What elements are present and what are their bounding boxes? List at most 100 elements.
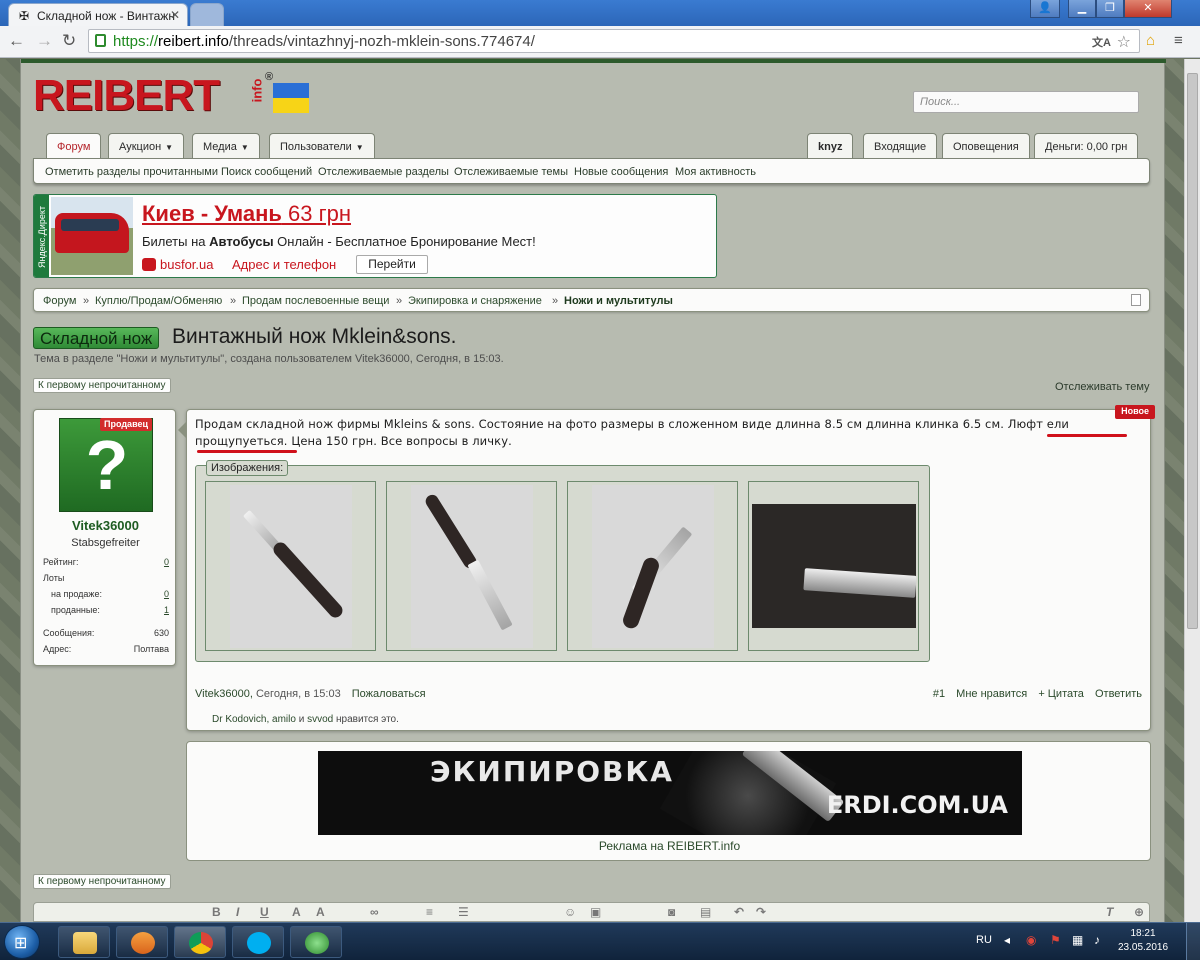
taskbar-chrome[interactable] xyxy=(174,926,226,958)
font-color-icon[interactable]: A xyxy=(292,905,301,919)
subnav-my-activity[interactable]: Моя активность xyxy=(675,166,756,178)
close-window-button[interactable]: ✕ xyxy=(1124,0,1172,18)
reply-button[interactable]: Ответить xyxy=(1095,688,1142,700)
image-icon[interactable]: ▣ xyxy=(590,905,601,919)
ad-contact-link[interactable]: Адрес и телефон xyxy=(232,257,336,272)
flag-icon[interactable]: ⚑ xyxy=(1050,933,1061,947)
menu-icon[interactable]: ≡ xyxy=(1174,32,1183,49)
italic-icon[interactable]: I xyxy=(236,905,239,919)
stat-value[interactable]: 1 xyxy=(164,605,169,615)
first-unread-button[interactable]: К первому непрочитанному xyxy=(33,378,171,393)
subnav-mark-read[interactable]: Отметить разделы прочитанными xyxy=(45,166,218,178)
extension-home-icon[interactable]: ⌂ xyxy=(1146,32,1155,49)
search-input[interactable]: Поиск... xyxy=(913,91,1139,113)
ad-provider-label: Яндекс.Директ xyxy=(37,205,47,268)
start-button[interactable]: ⊞ xyxy=(4,925,40,959)
new-tab-button[interactable] xyxy=(190,3,224,26)
avatar[interactable]: ? xyxy=(59,418,153,512)
back-arrow-icon[interactable]: ← xyxy=(8,31,25,51)
ad-title[interactable]: Киев - Умань 63 грн xyxy=(142,201,351,227)
browser-tab[interactable]: ✠ Складной нож - Винтажн ✕ xyxy=(8,3,188,26)
show-desktop-button[interactable] xyxy=(1186,923,1200,960)
profile-icon[interactable]: 👤 xyxy=(1030,0,1060,18)
tab-media[interactable]: Медиа ▼ xyxy=(192,133,260,158)
bus-image[interactable] xyxy=(51,197,133,275)
taskbar-explorer[interactable] xyxy=(58,926,110,958)
equipment-banner[interactable]: ЭКИПИРОВКА ERDI.COM.UA xyxy=(318,751,1022,835)
font-size-icon[interactable]: A xyxy=(316,905,325,919)
subnav-watched-forums[interactable]: Отслеживаемые разделы xyxy=(318,166,449,178)
watch-thread-link[interactable]: Отслеживать тему xyxy=(1055,381,1150,393)
bold-icon[interactable]: B xyxy=(212,905,221,919)
tab-inbox[interactable]: Входящие xyxy=(863,133,938,158)
list-icon[interactable]: ☰ xyxy=(458,905,469,919)
underline-icon[interactable]: U xyxy=(260,905,269,919)
ad-go-button[interactable]: Перейти xyxy=(356,255,428,274)
attachment-thumbnail[interactable] xyxy=(205,481,376,651)
tab-alerts[interactable]: Оповещения xyxy=(942,133,1030,158)
tab-money[interactable]: Деньги: 0,00 грн xyxy=(1034,133,1139,158)
attachment-thumbnail[interactable] xyxy=(386,481,557,651)
post-date[interactable]: Сегодня, в 15:03 xyxy=(256,688,341,700)
breadcrumb-item[interactable]: Куплю/Продам/Обменяю xyxy=(95,295,222,307)
liker-names[interactable]: Dr Kodovich, amilo xyxy=(212,714,296,725)
liker-name[interactable]: svvod xyxy=(307,714,333,725)
save-icon[interactable]: ▤ xyxy=(700,905,711,919)
stat-value[interactable]: 0 xyxy=(164,557,169,567)
expand-icon[interactable]: ⊕ xyxy=(1134,905,1144,919)
bookmark-star-icon[interactable]: ☆ xyxy=(1117,32,1131,52)
remove-format-icon[interactable]: T xyxy=(1106,905,1113,919)
quote-button[interactable]: + Цитата xyxy=(1038,688,1084,700)
attachment-thumbnail[interactable] xyxy=(567,481,738,651)
breadcrumb-current[interactable]: Ножи и мультитулы xyxy=(564,295,673,307)
minimize-button[interactable]: ▁ xyxy=(1068,0,1096,18)
tab-auction[interactable]: Аукцион ▼ xyxy=(108,133,185,158)
tab-account[interactable]: knyz xyxy=(807,133,854,158)
taskbar-skype[interactable] xyxy=(232,926,284,958)
first-unread-button-bottom[interactable]: К первому непрочитанному xyxy=(33,874,171,889)
tray-arrow-icon[interactable]: ◂ xyxy=(1004,933,1010,947)
subnav-watched-threads[interactable]: Отслеживаемые темы xyxy=(454,166,568,178)
attachment-thumbnail[interactable] xyxy=(748,481,919,651)
align-icon[interactable]: ≡ xyxy=(426,905,433,919)
tab-users[interactable]: Пользователи ▼ xyxy=(269,133,375,158)
forward-arrow-icon[interactable]: → xyxy=(36,31,53,51)
username[interactable]: Vitek36000 xyxy=(34,518,177,533)
translate-icon[interactable]: 文A xyxy=(1092,34,1111,50)
taskbar-media-player[interactable] xyxy=(116,926,168,958)
address-bar[interactable]: https://reibert.info/threads/vintazhnyj-… xyxy=(88,29,1140,53)
report-link[interactable]: Пожаловаться xyxy=(352,688,426,700)
scrollbar-thumb[interactable] xyxy=(1187,73,1198,629)
tab-close-icon[interactable]: ✕ xyxy=(170,8,180,22)
reload-icon[interactable]: ↻ xyxy=(62,31,76,51)
thread-prefix-badge[interactable]: Складной нож xyxy=(33,327,160,349)
breadcrumb-item[interactable]: Форум xyxy=(43,295,76,307)
rss-icon[interactable] xyxy=(1131,294,1141,306)
opera-icon[interactable]: ◉ xyxy=(1026,933,1036,947)
subnav-new-posts[interactable]: Новые сообщения xyxy=(574,166,668,178)
maximize-button[interactable]: ❐ xyxy=(1096,0,1124,18)
post-number[interactable]: #1 xyxy=(933,688,945,700)
breadcrumb-item[interactable]: Экипировка и снаряжение xyxy=(408,295,542,307)
breadcrumb-item[interactable]: Продам послевоенные вещи xyxy=(242,295,389,307)
subnav-search-posts[interactable]: Поиск сообщений xyxy=(221,166,312,178)
redo-icon[interactable]: ↷ xyxy=(756,905,766,919)
input-language[interactable]: RU xyxy=(976,934,992,946)
tab-forum[interactable]: Форум xyxy=(46,133,102,160)
link-icon[interactable]: ∞ xyxy=(370,905,379,919)
camera-icon[interactable]: ◙ xyxy=(668,905,675,919)
smiley-icon[interactable]: ☺ xyxy=(564,905,576,919)
stat-value[interactable]: 0 xyxy=(164,589,169,599)
direct-ad-block[interactable]: Яндекс.Директ Киев - Умань 63 грн Билеты… xyxy=(33,194,717,278)
network-icon[interactable]: ▦ xyxy=(1072,933,1083,947)
ad-host-link[interactable]: busfor.ua xyxy=(142,257,214,272)
taskbar-app[interactable] xyxy=(290,926,342,958)
like-button[interactable]: Мне нравится xyxy=(956,688,1027,700)
undo-icon[interactable]: ↶ xyxy=(734,905,744,919)
volume-icon[interactable]: ♪ xyxy=(1094,933,1100,947)
page-scrollbar[interactable] xyxy=(1184,59,1200,922)
clock[interactable]: 18:21 23.05.2016 xyxy=(1118,927,1168,955)
post-author[interactable]: Vitek36000 xyxy=(195,688,250,700)
site-logo[interactable]: REIBERT xyxy=(33,71,220,121)
advertise-link[interactable]: Реклама на REIBERT.info xyxy=(187,839,1152,853)
